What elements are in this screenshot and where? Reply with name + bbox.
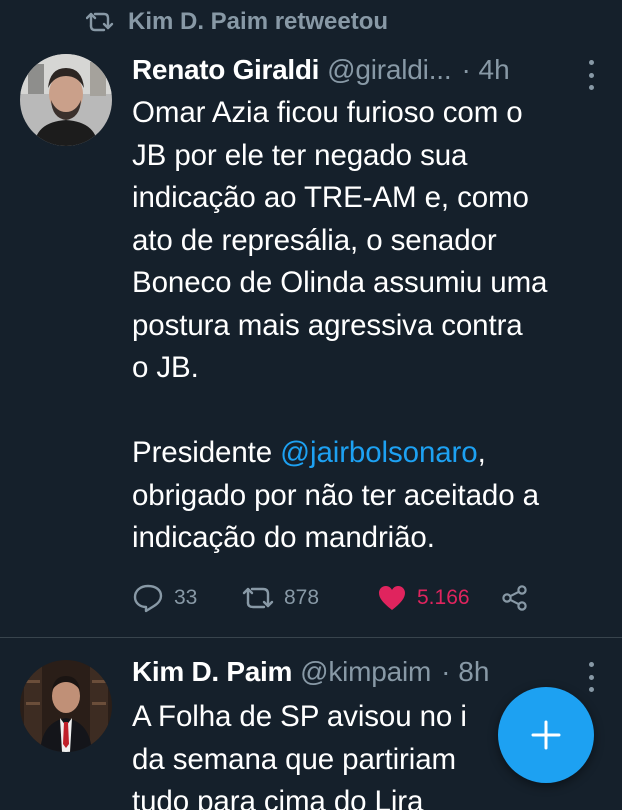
tweet-actions: 33 878 5.166 xyxy=(132,583,529,613)
reply-button[interactable]: 33 xyxy=(132,583,242,613)
handle[interactable]: @kimpaim xyxy=(300,656,431,688)
tweet-text-line: indicação do mandrião. xyxy=(132,521,435,554)
retweet-icon xyxy=(86,12,114,32)
timestamp[interactable]: · 8h xyxy=(441,656,489,688)
avatar[interactable] xyxy=(20,54,112,146)
retweet-count: 878 xyxy=(284,586,320,609)
tweet-header: Kim D. Paim @kimpaim · 8h xyxy=(132,656,489,688)
tweet-text: Omar Azia ficou furioso com o JB por ele… xyxy=(132,92,607,560)
tweet-text-line: ato de represália, o senador xyxy=(132,223,497,257)
like-count: 5.166 xyxy=(417,586,470,609)
divider xyxy=(0,637,622,638)
timestamp[interactable]: · 4h xyxy=(461,54,509,86)
share-button[interactable] xyxy=(501,584,529,612)
avatar[interactable] xyxy=(20,660,112,752)
tweet-header: Renato Giraldi @giraldi... · 4h xyxy=(132,54,510,86)
like-button[interactable]: 5.166 xyxy=(377,584,501,612)
tweet-text-line: postura mais agressiva contra xyxy=(132,308,523,342)
reply-icon xyxy=(133,584,163,613)
timeline: Kim D. Paim retweetou Renato Giraldi @gi… xyxy=(0,0,622,810)
retweet-banner-text: Kim D. Paim retweetou xyxy=(128,8,389,35)
tweet-text-line: tudo para cima do Lira xyxy=(132,785,424,810)
retweet-button[interactable]: 878 xyxy=(242,585,377,611)
handle[interactable]: @giraldi... xyxy=(327,54,451,86)
heart-icon xyxy=(379,586,405,610)
reply-count: 33 xyxy=(174,586,198,609)
retweet-banner[interactable]: Kim D. Paim retweetou xyxy=(86,8,388,36)
tweet-text-line: Boneco de Olinda assumiu uma xyxy=(132,266,548,299)
plus-icon xyxy=(531,720,561,750)
tweet-text-suffix: , xyxy=(477,436,486,469)
retweet-icon xyxy=(242,587,274,609)
share-icon xyxy=(502,585,527,611)
display-name[interactable]: Renato Giraldi xyxy=(132,54,319,86)
more-options-icon[interactable] xyxy=(586,662,596,692)
mention-link[interactable]: @jairbolsonaro xyxy=(280,436,478,469)
tweet-text-line: JB por ele ter negado sua xyxy=(132,138,468,172)
tweet-text-line: indicação ao TRE-AM e, como xyxy=(132,181,529,214)
more-options-icon[interactable] xyxy=(586,60,596,90)
tweet-text-line: obrigado por não ter aceitado a xyxy=(132,478,539,512)
display-name[interactable]: Kim D. Paim xyxy=(132,656,292,688)
tweet-text-line: Presidente @jairbolsonaro, xyxy=(132,432,607,475)
compose-tweet-button[interactable] xyxy=(498,687,594,783)
tweet-text-prefix: Presidente xyxy=(132,436,281,469)
tweet-text-line: o JB. xyxy=(132,351,199,384)
tweet-text-line: Omar Azia ficou furioso com o xyxy=(132,96,523,129)
